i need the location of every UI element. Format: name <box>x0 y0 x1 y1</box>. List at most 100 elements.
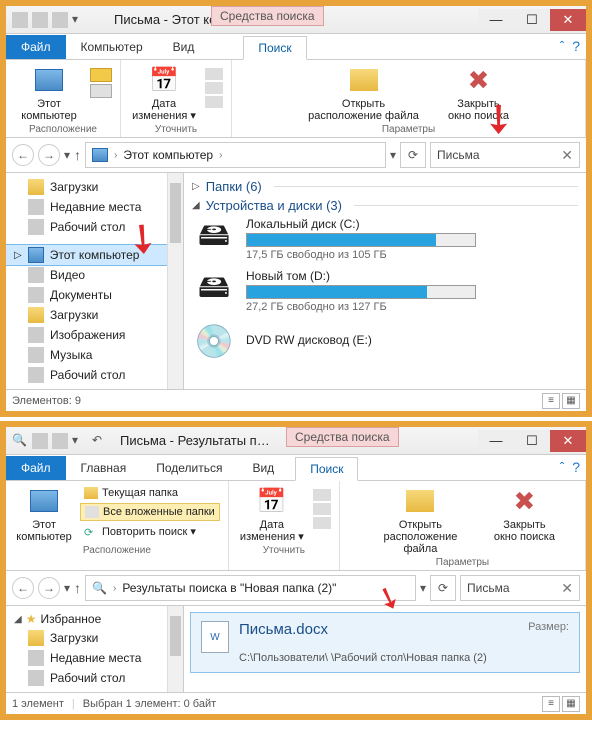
this-pc-button[interactable]: Этот компьютер <box>14 485 74 543</box>
scroll-thumb[interactable] <box>170 616 181 656</box>
breadcrumb[interactable]: 🔍 › Результаты поиска в "Новая папка (2)… <box>85 575 416 601</box>
expand-icon[interactable]: ▷ <box>14 250 22 261</box>
nav-pictures[interactable]: Изображения <box>6 325 183 345</box>
search-tools-tab-label[interactable]: Средства поиска <box>286 427 399 447</box>
minimize-button[interactable]: — <box>478 9 514 31</box>
nav-desktop[interactable]: Рабочий стол <box>6 668 183 688</box>
back-button[interactable]: ← <box>12 144 34 166</box>
date-modified-button[interactable]: 📅 Дата изменения ▾ <box>237 485 307 543</box>
nav-scrollbar[interactable] <box>167 606 183 692</box>
nav-music[interactable]: Музыка <box>6 345 183 365</box>
recent-locations-icon[interactable]: ▾ <box>64 581 70 595</box>
forward-button[interactable]: → <box>38 144 60 166</box>
tab-computer[interactable]: Компьютер <box>66 35 158 59</box>
date-modified-button[interactable]: 📅 Дата изменения ▾ <box>129 64 199 122</box>
view-details-icon[interactable]: ≡ <box>542 393 560 409</box>
close-button[interactable]: ✕ <box>550 430 586 452</box>
recent-locations-icon[interactable]: ▾ <box>64 148 70 162</box>
refresh-button[interactable]: ⟳ <box>400 142 426 168</box>
result-path: C:\Пользователи\ \Рабочий стол\Новая пап… <box>239 652 569 664</box>
qat-dropdown-icon[interactable]: ▾ <box>72 433 88 449</box>
other-icon[interactable] <box>313 517 331 529</box>
repeat-search-option[interactable]: ⟳Повторить поиск ▾ <box>80 523 220 540</box>
search-tools-tab-label[interactable]: Средства поиска <box>211 6 324 26</box>
drive-c[interactable]: 🖴 Локальный диск (C:) 17,5 ГБ свободно и… <box>192 217 578 261</box>
subfolder-icon[interactable] <box>90 84 112 98</box>
close-search-button[interactable]: ✖ Закрыть окно поиска <box>489 485 559 543</box>
all-subfolders-option[interactable]: Все вложенные папки <box>80 503 220 521</box>
clear-search-icon[interactable]: ✕ <box>561 580 573 597</box>
size-icon[interactable] <box>313 503 331 515</box>
qat-dropdown-icon[interactable]: ▾ <box>72 12 88 28</box>
drive-dvd[interactable]: 💿 DVD RW дисковод (E:) <box>192 321 578 361</box>
group-devices[interactable]: ◢Устройства и диски (3) <box>192 198 578 213</box>
tab-file[interactable]: Файл <box>6 35 66 59</box>
close-button[interactable]: ✕ <box>550 9 586 31</box>
forward-button[interactable]: → <box>38 577 60 599</box>
search-input[interactable]: Письма ✕ <box>430 142 580 168</box>
search-value: Письма <box>437 148 557 162</box>
tab-file[interactable]: Файл <box>6 456 66 480</box>
clear-search-icon[interactable]: ✕ <box>561 147 573 164</box>
breadcrumb-label[interactable]: Результаты поиска в "Новая папка (2)" <box>122 581 336 595</box>
scroll-thumb[interactable] <box>170 183 181 243</box>
help-button[interactable]: ˆ ? <box>560 38 580 54</box>
breadcrumb[interactable]: › Этот компьютер › <box>85 142 386 168</box>
drive-d[interactable]: 🖴 Новый том (D:) 27,2 ГБ свободно из 127… <box>192 269 578 313</box>
nav-downloads[interactable]: Загрузки <box>6 177 183 197</box>
this-pc-button[interactable]: Этот компьютер <box>14 64 84 122</box>
qat-icon-1[interactable] <box>12 12 28 28</box>
nav-scrollbar[interactable] <box>167 173 183 389</box>
kind-icon[interactable] <box>205 68 223 80</box>
nav-favorites[interactable]: ◢★Избранное <box>6 610 183 628</box>
help-button[interactable]: ˆ ? <box>560 459 580 475</box>
search-input[interactable]: Письма ✕ <box>460 575 580 601</box>
open-location-button[interactable]: Открыть расположение файла <box>365 485 475 555</box>
nav-videos[interactable]: Видео <box>6 265 183 285</box>
group-folders[interactable]: ▷Папки (6) <box>192 179 578 194</box>
nav-desktop[interactable]: Рабочий стол <box>6 217 183 237</box>
nav-documents[interactable]: Документы <box>6 285 183 305</box>
up-button[interactable]: ↑ <box>74 147 81 163</box>
content-pane: W Письма.docx Размер: C:\Пользователи\ \… <box>184 606 586 692</box>
maximize-button[interactable]: ☐ <box>514 9 550 31</box>
tab-search[interactable]: Поиск <box>295 457 358 481</box>
nav-this-pc[interactable]: ▷Этот компьютер <box>6 245 183 265</box>
back-button[interactable]: ← <box>12 577 34 599</box>
qat-icon-3[interactable] <box>52 12 68 28</box>
size-icon[interactable] <box>205 82 223 94</box>
folder-icon[interactable] <box>90 68 112 82</box>
search-result[interactable]: W Письма.docx Размер: C:\Пользователи\ \… <box>190 612 580 673</box>
tab-view[interactable]: Вид <box>237 456 289 480</box>
qat-icon[interactable] <box>52 433 68 449</box>
breadcrumb-dropdown-icon[interactable]: ▾ <box>420 581 426 595</box>
refresh-button[interactable]: ⟳ <box>430 575 456 601</box>
qat-icon-2[interactable] <box>32 12 48 28</box>
nav-downloads-2[interactable]: Загрузки <box>6 305 183 325</box>
maximize-button[interactable]: ☐ <box>514 430 550 452</box>
nav-recent[interactable]: Недавние места <box>6 197 183 217</box>
qat-icon[interactable] <box>32 433 48 449</box>
undo-icon[interactable]: ↶ <box>92 433 108 449</box>
view-tiles-icon[interactable]: ▦ <box>562 696 580 712</box>
folder-icon <box>84 487 98 499</box>
nav-desktop-2[interactable]: Рабочий стол <box>6 365 183 385</box>
breadcrumb-dropdown-icon[interactable]: ▾ <box>390 148 396 162</box>
tab-home[interactable]: Главная <box>66 456 142 480</box>
current-folder-option[interactable]: Текущая папка <box>80 485 220 501</box>
view-details-icon[interactable]: ≡ <box>542 696 560 712</box>
nav-recent[interactable]: Недавние места <box>6 648 183 668</box>
kind-icon[interactable] <box>313 489 331 501</box>
view-tiles-icon[interactable]: ▦ <box>562 393 580 409</box>
close-search-button[interactable]: ✖ Закрыть окно поиска <box>444 64 514 122</box>
other-icon[interactable] <box>205 96 223 108</box>
tab-search[interactable]: Поиск <box>243 36 306 60</box>
open-location-button[interactable]: Открыть расположение файла <box>304 64 424 122</box>
search-qat-icon[interactable]: 🔍 <box>12 433 28 449</box>
tab-share[interactable]: Поделиться <box>141 456 237 480</box>
nav-downloads[interactable]: Загрузки <box>6 628 183 648</box>
tab-view[interactable]: Вид <box>158 35 210 59</box>
breadcrumb-segment[interactable]: Этот компьютер <box>123 148 213 162</box>
minimize-button[interactable]: — <box>478 430 514 452</box>
up-button[interactable]: ↑ <box>74 580 81 596</box>
